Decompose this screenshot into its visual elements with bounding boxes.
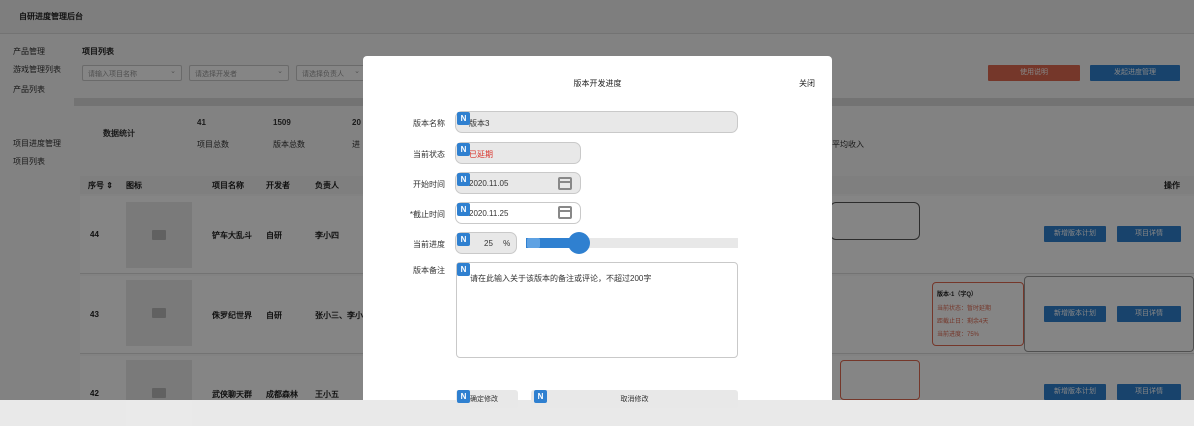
end-date-label: *截止时间 [409, 210, 445, 219]
version-progress-dialog: 版本开发进度 关闭 版本名称 版本3 N 当前状态 已延期 N 开始时间 202… [363, 56, 832, 408]
note-textarea[interactable]: 请在此输入关于该版本的备注或评论，不超过200字 [456, 262, 738, 358]
progress-value: 25 [484, 239, 493, 248]
status-label: 当前状态 [413, 150, 445, 159]
start-date-label: 开始时间 [413, 180, 445, 189]
n-badge-icon: N [457, 233, 470, 246]
progress-slider-track[interactable] [526, 232, 738, 254]
progress-label: 当前进度 [413, 240, 445, 249]
n-badge-icon: N [457, 203, 470, 216]
status-field[interactable]: 已延期 [455, 142, 581, 164]
n-badge-icon: N [457, 390, 470, 403]
n-badge-icon: N [457, 143, 470, 156]
close-button[interactable]: 关闭 [799, 78, 815, 89]
cancel-button[interactable]: 取消修改 [531, 390, 738, 408]
calendar-icon[interactable] [558, 177, 572, 190]
slider-n-badge-icon [527, 238, 540, 248]
version-name-label: 版本名称 [413, 119, 445, 128]
dialog-title: 版本开发进度 [573, 79, 622, 88]
calendar-icon[interactable] [558, 206, 572, 219]
n-badge-icon: N [534, 390, 547, 403]
progress-slider-handle[interactable] [568, 232, 590, 254]
progress-unit: % [503, 239, 511, 248]
note-label: 版本备注 [413, 266, 445, 275]
n-badge-icon: N [457, 263, 470, 276]
version-name-input[interactable]: 版本3 [455, 111, 738, 133]
n-badge-icon: N [457, 173, 470, 186]
n-badge-icon: N [457, 112, 470, 125]
